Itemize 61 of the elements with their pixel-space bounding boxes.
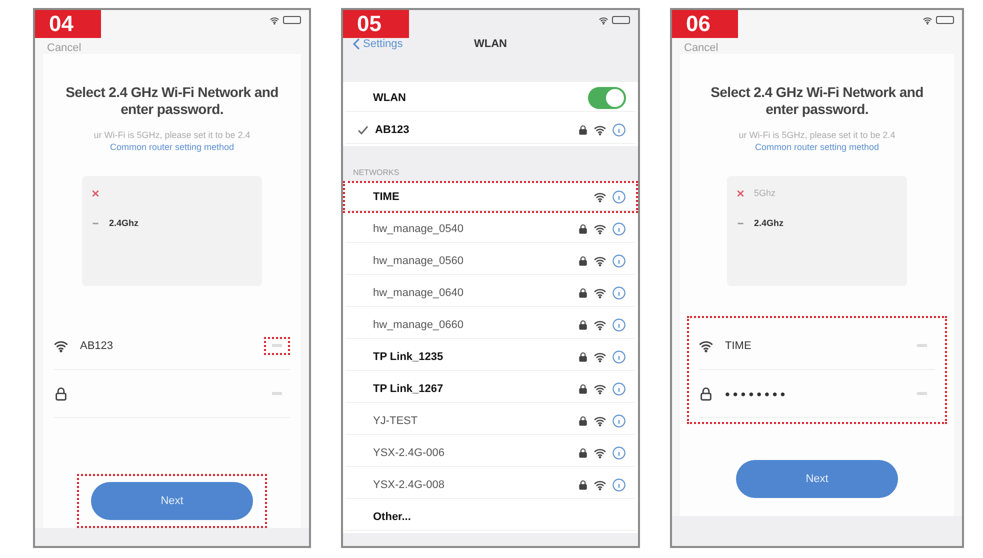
lock-icon	[578, 480, 588, 490]
battery-icon	[612, 16, 630, 24]
band-label: 2.4Ghz	[109, 218, 139, 228]
lock-icon	[578, 352, 588, 362]
wifi-icon	[594, 287, 606, 299]
lock-icon	[578, 384, 588, 394]
wifi-icon	[699, 338, 713, 352]
setup-title: Select 2.4 GHz Wi-Fi Network and enter password.	[64, 84, 280, 118]
info-icon[interactable]	[612, 318, 626, 332]
screen-title: WLAN	[474, 38, 507, 50]
network-field[interactable]: AB123	[80, 340, 252, 352]
info-icon[interactable]	[612, 123, 626, 137]
info-icon[interactable]	[612, 414, 626, 428]
battery-icon	[283, 16, 301, 24]
lock-icon	[54, 386, 68, 400]
lock-icon	[578, 256, 588, 266]
wifi-icon	[54, 338, 68, 352]
info-icon[interactable]	[612, 254, 626, 268]
network-name[interactable]: TIME	[357, 191, 588, 203]
wifi-icon	[594, 255, 606, 267]
wifi-icon	[594, 191, 606, 203]
wifi-icon	[594, 415, 606, 427]
band-label: 5Ghz	[754, 188, 776, 198]
info-icon[interactable]	[612, 446, 626, 460]
signal-icon	[599, 16, 608, 24]
info-icon[interactable]	[612, 286, 626, 300]
signal-icon	[923, 16, 932, 24]
wifi-icon	[594, 351, 606, 363]
lock-icon	[578, 288, 588, 298]
switch-network-hint[interactable]	[264, 336, 290, 354]
step-badge: 05	[343, 10, 409, 38]
setup-title: Select 2.4 GHz Wi-Fi Network and enter password.	[710, 84, 924, 118]
lock-icon	[578, 448, 588, 458]
wifi-icon	[594, 319, 606, 331]
wifi-icon	[594, 223, 606, 235]
lock-icon	[578, 125, 588, 135]
info-icon[interactable]	[612, 382, 626, 396]
info-icon[interactable]	[612, 478, 626, 492]
lock-icon	[578, 320, 588, 330]
lock-icon	[578, 416, 588, 426]
step-badge: 04	[35, 10, 101, 38]
step-badge: 06	[672, 10, 738, 38]
lock-icon	[699, 386, 713, 400]
band-note: ur Wi-Fi is 5GHz, please set it to be 2.4	[738, 130, 896, 140]
password-field[interactable]: ••••••••	[725, 386, 897, 402]
wifi-icon	[594, 447, 606, 459]
back-chevron-icon	[353, 38, 360, 50]
wlan-label: WLAN	[372, 92, 407, 104]
wifi-icon	[594, 479, 606, 491]
info-icon[interactable]	[612, 190, 626, 204]
band-label: 2.4Ghz	[754, 218, 784, 228]
signal-icon	[270, 16, 279, 24]
lock-icon	[578, 224, 588, 234]
info-icon[interactable]	[612, 350, 626, 364]
info-icon[interactable]	[612, 222, 626, 236]
wifi-icon	[594, 124, 606, 136]
wifi-icon	[594, 383, 606, 395]
battery-icon	[936, 16, 954, 24]
wlan-switch[interactable]	[588, 87, 626, 109]
band-note: ur Wi-Fi is 5GHz, please set it to be 2.4	[94, 130, 250, 140]
network-field[interactable]: TIME	[725, 340, 897, 352]
